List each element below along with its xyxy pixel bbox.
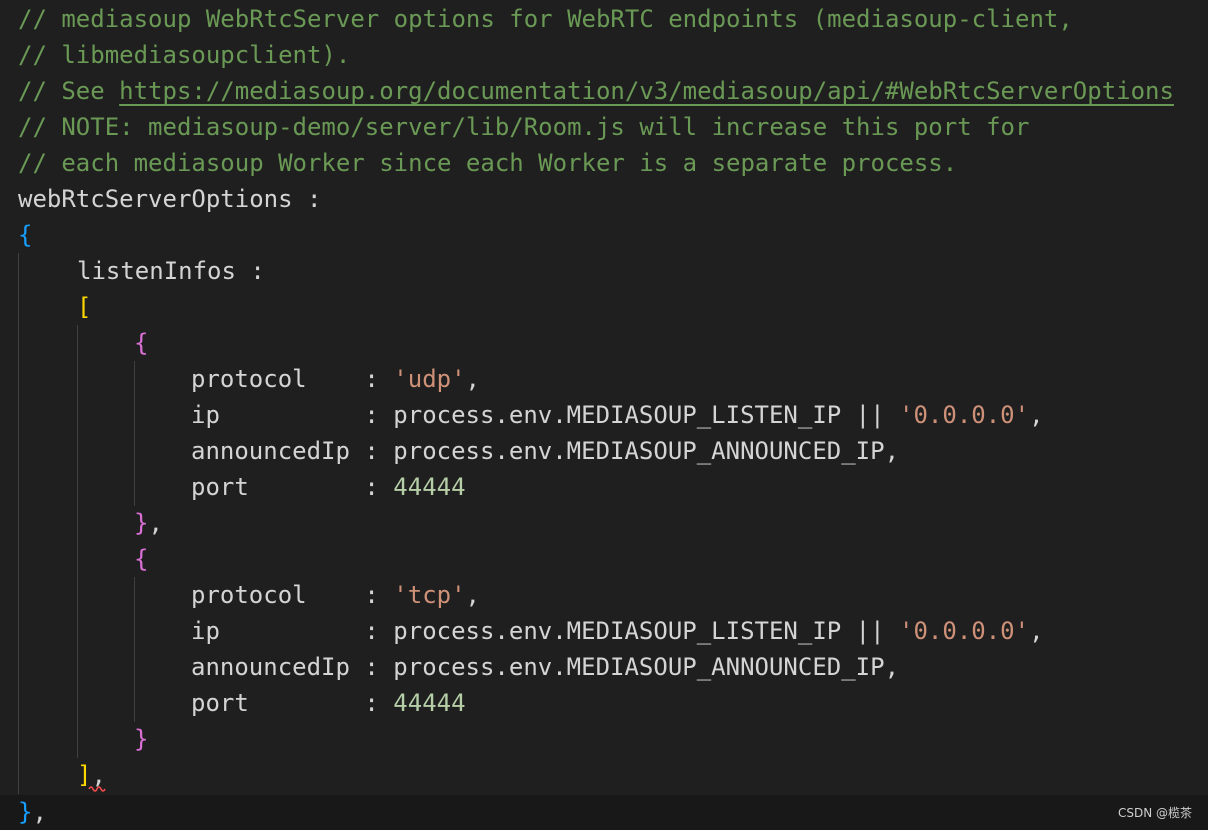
ip-line: ip : process.env.MEDIASOUP_LISTEN_IP || … [191, 397, 1044, 433]
ip-value: '0.0.0.0' [899, 617, 1030, 645]
error-squiggle-icon[interactable] [88, 785, 106, 792]
announced-ip-line: announcedIp : process.env.MEDIASOUP_ANNO… [191, 653, 900, 681]
entry-close-line: } [134, 721, 148, 757]
ip-key: ip : process.env.MEDIASOUP_LISTEN_IP || [191, 617, 900, 645]
indent-guide-level3-second [134, 577, 135, 722]
port-key: port : [191, 689, 394, 717]
protocol-key: protocol : [191, 581, 394, 609]
root-close-brace: } [18, 798, 33, 826]
ip-comma: , [1029, 401, 1044, 429]
protocol-value: 'tcp' [393, 581, 466, 609]
watermark-text: CSDN @榄茶 [1117, 806, 1192, 820]
code-editor[interactable]: // mediasoup WebRtcServer options for We… [0, 0, 1208, 830]
listen-infos-key: listenInfos : [77, 257, 265, 285]
entry-close-line: }, [134, 505, 163, 541]
port-value: 44444 [393, 689, 466, 717]
protocol-comma: , [465, 581, 480, 609]
root-key-line: webRtcServerOptions : [18, 185, 322, 213]
comment-line-5: // each mediasoup Worker since each Work… [18, 149, 958, 177]
announced-ip-line: announcedIp : process.env.MEDIASOUP_ANNO… [191, 437, 900, 465]
protocol-value: 'udp' [393, 365, 466, 393]
protocol-line: protocol : 'udp', [191, 361, 480, 397]
ip-key: ip : process.env.MEDIASOUP_LISTEN_IP || [191, 401, 900, 429]
protocol-comma: , [465, 365, 480, 393]
port-key: port : [191, 473, 394, 501]
port-line: port : 44444 [191, 469, 466, 505]
ip-line: ip : process.env.MEDIASOUP_LISTEN_IP || … [191, 613, 1044, 649]
comment-line-4: // NOTE: mediasoup-demo/server/lib/Room.… [18, 113, 1030, 141]
indent-guide-level2 [77, 325, 78, 758]
root-open-brace: { [18, 221, 33, 249]
port-value: 44444 [393, 473, 466, 501]
entry-close-brace: } [134, 509, 149, 537]
root-close-comma: , [32, 798, 47, 826]
bottom-strip [0, 795, 1208, 830]
entry-close-brace: } [134, 725, 149, 753]
ip-value: '0.0.0.0' [899, 401, 1030, 429]
protocol-line: protocol : 'tcp', [191, 577, 480, 613]
indent-guide-level1 [18, 253, 19, 794]
root-close-line: }, [18, 794, 47, 830]
indent-guide-level3-first [134, 361, 135, 506]
comment-line-2: // libmediasoupclient). [18, 41, 351, 69]
entry-open-brace: { [134, 329, 149, 357]
listen-infos-open-bracket: [ [77, 293, 92, 321]
comment-line-1: // mediasoup WebRtcServer options for We… [18, 5, 1073, 33]
documentation-link[interactable]: https://mediasoup.org/documentation/v3/m… [119, 77, 1174, 105]
comment-see-prefix: // See [18, 77, 120, 105]
port-line: port : 44444 [191, 685, 466, 721]
entry-open-brace: { [134, 545, 149, 573]
protocol-key: protocol : [191, 365, 394, 393]
comment-line-3: // See https://mediasoup.org/documentati… [18, 73, 1174, 109]
entry-close-comma: , [148, 509, 163, 537]
ip-comma: , [1029, 617, 1044, 645]
